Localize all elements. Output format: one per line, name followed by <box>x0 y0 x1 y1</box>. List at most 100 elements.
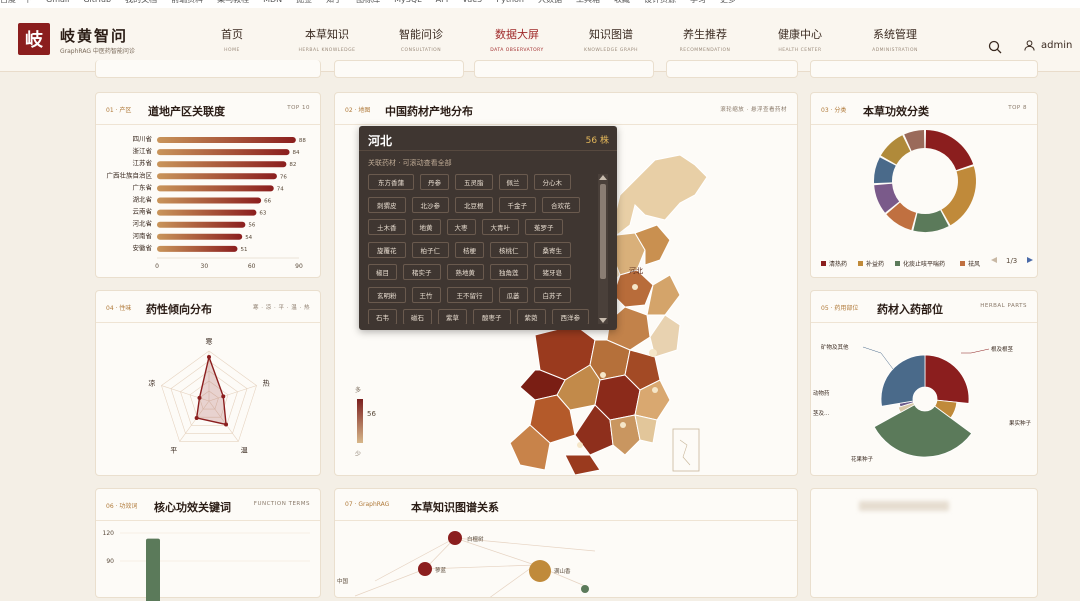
herb-tag[interactable]: 瓜蒌 <box>498 286 528 303</box>
origin-bar[interactable] <box>157 197 262 204</box>
search-icon[interactable] <box>988 40 1002 54</box>
bookmark-item[interactable]: 学习 <box>690 0 706 4</box>
bookmark-item[interactable]: 知乎 <box>326 0 342 4</box>
nav-item-6[interactable]: 健康中心 HEALTH CENTER <box>753 26 847 53</box>
efficacy-slice[interactable] <box>941 166 976 226</box>
origin-bar[interactable] <box>157 221 246 228</box>
efficacy-slice[interactable] <box>925 130 974 171</box>
nav-item-4[interactable]: 知识图谱 KNOWLEDGE GRAPH <box>564 26 658 53</box>
herb-tag[interactable]: 分心木 <box>533 174 571 190</box>
origin-bar[interactable] <box>157 137 296 143</box>
radar-point[interactable] <box>207 355 211 359</box>
bookmark-item[interactable]: API <box>436 0 449 4</box>
legend-label[interactable]: 祛风 <box>968 260 980 268</box>
efficacy-slice[interactable] <box>880 135 911 165</box>
radar-point[interactable] <box>224 422 229 427</box>
herb-tag[interactable]: 地黄 <box>411 219 441 235</box>
bookmark-item[interactable]: 设计资源 <box>644 0 676 4</box>
graph-node[interactable] <box>448 531 462 545</box>
bookmark-item[interactable]: Vue3 <box>462 0 482 4</box>
bookmark-item[interactable]: 更多 <box>720 0 736 4</box>
origin-bar[interactable] <box>157 209 257 216</box>
bookmark-item[interactable]: 掘金 <box>296 0 312 4</box>
logo[interactable]: 岐 <box>18 23 50 55</box>
nav-item-2[interactable]: 智能问诊 CONSULTATION <box>374 26 468 53</box>
herb-tag[interactable]: 刺猬皮 <box>368 196 406 213</box>
radar-point[interactable] <box>194 415 199 420</box>
herb-tag[interactable]: 王不留行 <box>446 286 493 303</box>
bookmark-item[interactable]: MySQL <box>394 0 421 4</box>
radar-point[interactable] <box>221 394 226 399</box>
nav-item-5[interactable]: 养生推荐 RECOMMENDATION <box>658 26 752 53</box>
herb-tag[interactable]: 北豆根 <box>455 196 493 213</box>
nav-item-1[interactable]: 本草知识 HERBAL KNOWLEDGE <box>280 26 374 53</box>
nav-item-7[interactable]: 系统管理 ADMINISTRATION <box>848 26 942 53</box>
bookmark-item[interactable]: Gmail <box>46 0 69 4</box>
bookmark-item[interactable]: 工具箱 <box>576 0 600 4</box>
herb-tag[interactable]: 佩兰 <box>498 174 528 190</box>
herb-tag[interactable]: 紫草 <box>438 309 467 324</box>
legend-prev-icon[interactable] <box>991 257 997 263</box>
parts-pie-chart[interactable]: 根及根茎果实种子花果种子 茎及... 动物药 矿物及其他 <box>811 323 1039 477</box>
origin-bar[interactable] <box>157 185 274 192</box>
efficacy-donut-chart[interactable]: 清热药 补益药 化痰止咳平喘药 祛风 1/3 <box>811 125 1039 279</box>
bookmark-item[interactable]: 图标库 <box>356 0 380 4</box>
herb-tag[interactable]: 紫菀 <box>516 309 546 324</box>
origin-bar[interactable] <box>157 149 290 156</box>
term-bar[interactable] <box>146 538 160 601</box>
efficacy-slice[interactable] <box>913 210 949 232</box>
bookmark-item[interactable]: GitHub <box>83 0 111 4</box>
legend-label[interactable]: 化痰止咳平喘药 <box>903 260 945 268</box>
herb-tag[interactable]: 西洋参 <box>551 309 589 324</box>
herb-tag[interactable]: 独角莲 <box>490 264 528 280</box>
graph-node[interactable] <box>418 562 432 576</box>
herb-tag[interactable]: 磁石 <box>403 309 432 324</box>
legend-next-icon[interactable] <box>1027 257 1033 263</box>
herb-tag-list[interactable]: 东方香蒲 丹参 五灵脂 佩兰 分心木 刺猬皮 北沙参 北豆根 千金子 合欢花 土木香 地黄 大枣 大青叶菟… <box>368 174 598 324</box>
herb-tag[interactable]: 旋覆花 <box>368 241 406 258</box>
graph-node[interactable] <box>529 560 551 582</box>
legend-label[interactable]: 补益药 <box>866 260 884 268</box>
herb-tag[interactable]: 熟地黄 <box>446 264 484 280</box>
herb-tag[interactable]: 东方香蒲 <box>368 174 414 190</box>
bookmark-item[interactable]: Python <box>496 0 524 4</box>
herb-tag[interactable]: 玄明粉 <box>368 286 406 303</box>
user-menu[interactable]: admin <box>1024 40 1072 51</box>
graph-node[interactable] <box>581 585 589 593</box>
bookmark-item[interactable]: 前端资料 <box>171 0 203 4</box>
bookmark-item[interactable]: 百度一下 <box>0 0 32 4</box>
bookmark-item[interactable]: 我的文档 <box>125 0 157 4</box>
herb-tag[interactable]: 王竹 <box>411 286 441 303</box>
herb-tag[interactable]: 丹参 <box>420 174 449 190</box>
herb-tag[interactable]: 合欢花 <box>542 196 580 213</box>
herb-tag[interactable]: 石韦 <box>368 309 397 324</box>
herb-tag[interactable]: 白苏子 <box>533 286 571 303</box>
tooltip-scrollbar[interactable] <box>598 174 608 324</box>
knowledge-graph[interactable]: 白檀树 蓼蓝 满山香 中国 <box>335 521 798 598</box>
herb-tag[interactable]: 核桃仁 <box>490 241 528 258</box>
origin-bar[interactable] <box>157 161 287 168</box>
bookmark-item[interactable]: 菜鸟教程 <box>217 0 249 4</box>
bookmark-item[interactable]: 大数据 <box>538 0 562 4</box>
herb-tag[interactable]: 土木香 <box>368 219 406 235</box>
herb-tag[interactable]: 楮实子 <box>403 264 441 280</box>
legend-label[interactable]: 清热药 <box>829 260 847 268</box>
herb-tag[interactable]: 大枣 <box>446 219 476 235</box>
nav-item-3[interactable]: 数据大屏 DATA OBSERVATORY <box>470 26 564 73</box>
herb-tag[interactable]: 五灵脂 <box>455 174 493 190</box>
parts-slice[interactable] <box>873 404 973 458</box>
herb-tag[interactable]: 椒目 <box>368 264 397 280</box>
origin-bar[interactable] <box>157 233 243 240</box>
herb-tag[interactable]: 桔梗 <box>455 241 484 258</box>
origin-bar[interactable] <box>157 173 277 180</box>
parts-slice[interactable] <box>924 354 970 404</box>
herb-tag[interactable]: 酸枣子 <box>473 309 511 324</box>
herb-tag[interactable]: 猪牙皂 <box>533 264 571 280</box>
herb-tag[interactable]: 柏子仁 <box>411 241 449 258</box>
herb-tag[interactable]: 菟罗子 <box>525 219 563 235</box>
herb-tag[interactable]: 大青叶 <box>481 219 519 235</box>
herb-tag[interactable]: 北沙参 <box>411 196 449 213</box>
parts-slice[interactable] <box>880 354 926 407</box>
origin-bar[interactable] <box>157 245 238 252</box>
bookmark-item[interactable]: MDN <box>263 0 282 4</box>
